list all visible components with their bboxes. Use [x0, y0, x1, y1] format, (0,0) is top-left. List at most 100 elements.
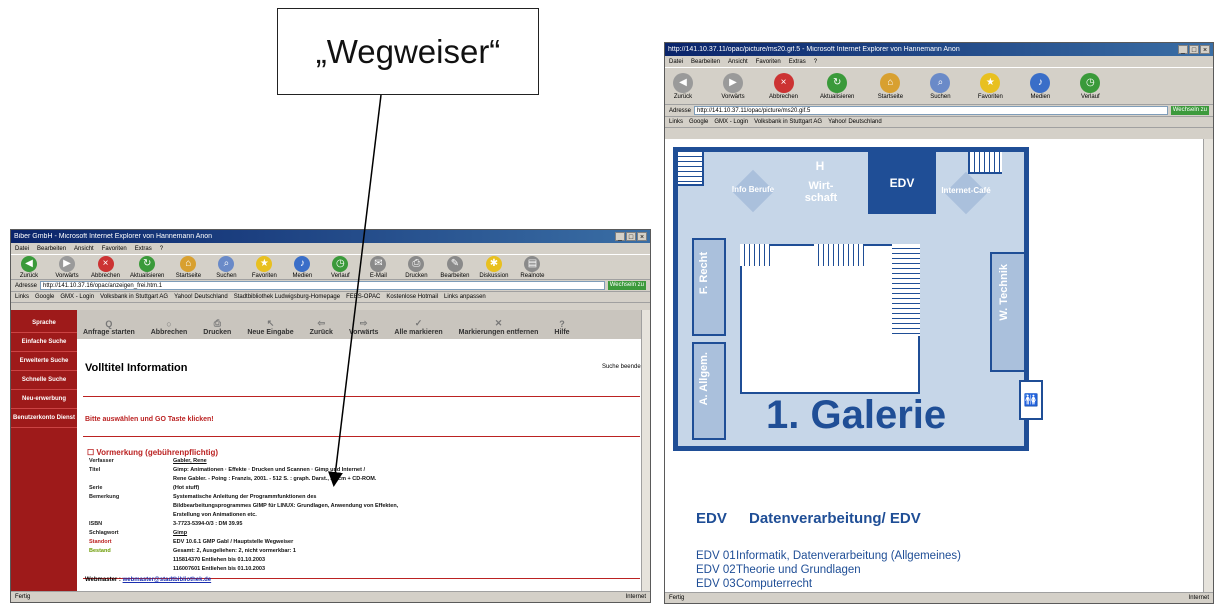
sidebar-item-sprache[interactable]: Sprache [11, 314, 77, 333]
help-button[interactable]: ? Hilfe [554, 319, 569, 336]
link-volksbank[interactable]: Volksbank in Stuttgart AG [100, 294, 168, 300]
forward-record-button[interactable]: ⇨ Vorwärts [349, 318, 378, 336]
link-yahoo[interactable]: Yahoo! Deutschland [828, 119, 882, 125]
favorites-button[interactable]: ★ Favoriten [976, 72, 1004, 100]
link-customize[interactable]: Links anpassen [444, 294, 486, 300]
link-google[interactable]: Google [689, 119, 708, 125]
record-row: Serie (Hot stuff) [87, 485, 471, 494]
wegweiser-callout: „Wegweiser“ [277, 8, 539, 95]
home-button[interactable]: ⌂ Startseite [876, 72, 904, 100]
discuss-button[interactable]: ✱ Diskussion [479, 255, 508, 279]
start-query-button[interactable]: Q Anfrage starten [83, 319, 135, 336]
stop-button[interactable]: × Abbrechen [91, 255, 120, 279]
media-button[interactable]: ♪ Medien [1026, 72, 1054, 100]
link-yahoo[interactable]: Yahoo! Deutschland [174, 294, 228, 300]
address-input[interactable]: http://141.10.37.11/opac/picture/ms20.gi… [694, 106, 1168, 115]
toolbar-label: Alle markieren [394, 329, 443, 336]
link-gmx[interactable]: GMX - Login [714, 119, 748, 125]
refresh-button[interactable]: ↻ Aktualisieren [130, 255, 164, 279]
record-key [87, 503, 171, 512]
search-button[interactable]: ⌕ Suchen [212, 255, 240, 279]
forward-button[interactable]: ▶ Vorwärts [53, 255, 81, 279]
link-opac[interactable]: FEES-OPAC [346, 294, 380, 300]
realnote-button[interactable]: ▤ Realnote [518, 255, 546, 279]
refresh-button[interactable]: ↻ Aktualisieren [820, 72, 854, 100]
print-record-button[interactable]: ⎙ Drucken [203, 318, 231, 336]
menu-ansicht[interactable]: Ansicht [728, 59, 748, 65]
home-button[interactable]: ⌂ Startseite [174, 255, 202, 279]
window-title: http://141.10.37.11/opac/picture/ms20.gi… [668, 46, 960, 53]
media-button[interactable]: ♪ Medien [288, 255, 316, 279]
minimize-button[interactable]: _ [615, 232, 625, 241]
divider [83, 436, 640, 437]
toolbar-label: Medien [292, 272, 313, 279]
sidebar-item-einfache-suche[interactable]: Einfache Suche [11, 333, 77, 352]
menu-help[interactable]: ? [814, 59, 817, 65]
webmaster-link[interactable]: webmaster@stadtbibliothek.de [123, 577, 212, 583]
link-hotmail[interactable]: Kostenlose Hotmail [386, 294, 438, 300]
back-icon: ◀ [673, 72, 693, 93]
remove-marks-button[interactable]: ✕ Markierungen entfernen [459, 318, 539, 336]
close-button[interactable]: × [1200, 45, 1210, 54]
menu-ansicht[interactable]: Ansicht [74, 246, 94, 252]
star-icon: ★ [980, 72, 1001, 93]
back-button[interactable]: ◀ Zurück [669, 72, 697, 100]
history-button[interactable]: ◷ Verlauf [326, 255, 354, 279]
menu-extras[interactable]: Extras [789, 59, 806, 65]
go-button[interactable]: Wechseln zu [1170, 106, 1209, 115]
stop-button[interactable]: × Abbrechen [769, 72, 798, 100]
search-button[interactable]: ⌕ Suchen [926, 72, 954, 100]
maximize-button[interactable]: □ [1189, 45, 1199, 54]
vertical-scrollbar[interactable] [1203, 139, 1213, 592]
forward-button[interactable]: ▶ Vorwärts [719, 72, 747, 100]
link-gmx[interactable]: GMX - Login [60, 294, 94, 300]
webmaster-label: Webmaster : [85, 577, 121, 583]
browser-toolbar: ◀ Zurück ▶ Vorwärts × Abbrechen ↻ Aktualisie… [665, 67, 1213, 105]
edit-button[interactable]: ✎ Bearbeiten [440, 255, 469, 279]
close-button[interactable]: × [637, 232, 647, 241]
stop-icon: × [97, 255, 114, 272]
back-button[interactable]: ◀ Zurück [15, 255, 43, 279]
record-row: Titel Gimp: Animationen · Effekte · Druck… [87, 467, 471, 476]
link-google[interactable]: Google [35, 294, 54, 300]
history-icon: ◷ [1080, 72, 1101, 93]
reservation-label: Vormerkung (gebührenpflichtig) [96, 448, 219, 457]
window-controls: _ □ × [1178, 45, 1210, 54]
link-volksbank[interactable]: Volksbank in Stuttgart AG [754, 119, 822, 125]
record-value[interactable]: Gimp [171, 530, 471, 539]
menu-help[interactable]: ? [160, 246, 163, 252]
link-stadtbibliothek[interactable]: Stadtbibliothek Ludwigsburg-Homepage [234, 294, 340, 300]
menu-bearbeiten[interactable]: Bearbeiten [691, 59, 720, 65]
address-input[interactable]: http://141.10.37.16/opac/anzeigen_frei.h… [40, 281, 605, 290]
record-value[interactable]: Gabler, Rene [171, 458, 471, 467]
history-button[interactable]: ◷ Verlauf [1076, 72, 1104, 100]
print-button[interactable]: ⎙ Drucken [402, 255, 430, 279]
reservation-checkbox-row[interactable]: ☐ Vormerkung (gebührenpflichtig) [87, 448, 218, 457]
legend-row: EDV 01Informatik, Datenverarbeitung (All… [696, 550, 961, 562]
minimize-button[interactable]: _ [1178, 45, 1188, 54]
menu-favoriten[interactable]: Favoriten [756, 59, 781, 65]
mail-button[interactable]: ✉ E-Mail [364, 255, 392, 279]
shelf [814, 244, 864, 266]
menu-datei[interactable]: Datei [669, 59, 683, 65]
menu-bearbeiten[interactable]: Bearbeiten [37, 246, 66, 252]
end-search-link[interactable]: Suche beenden [602, 364, 644, 370]
sidebar-item-neuerwerbung[interactable]: Neu-erwerbung [11, 390, 77, 409]
back-record-button[interactable]: ⇦ Zurück [310, 318, 333, 336]
vertical-scrollbar[interactable] [641, 310, 650, 591]
page-area: Sprache Einfache Suche Erweiterte Suche … [11, 310, 650, 591]
sidebar-item-schnelle-suche[interactable]: Schnelle Suche [11, 371, 77, 390]
sidebar-item-benutzerkonto[interactable]: Benutzerkonto Dienst [11, 409, 77, 428]
abort-button[interactable]: ○ Abbrechen [151, 319, 188, 336]
menu-favoriten[interactable]: Favoriten [102, 246, 127, 252]
favorites-button[interactable]: ★ Favoriten [250, 255, 278, 279]
mark-all-button[interactable]: ✓ Alle markieren [394, 318, 442, 336]
menu-datei[interactable]: Datei [15, 246, 29, 252]
search-icon: ⌕ [930, 72, 951, 93]
menu-extras[interactable]: Extras [135, 246, 152, 252]
go-button[interactable]: Wechseln zu [607, 281, 646, 290]
new-input-button[interactable]: ↖ Neue Eingabe [247, 318, 293, 336]
checkbox[interactable]: ☐ [87, 448, 96, 457]
maximize-button[interactable]: □ [626, 232, 636, 241]
sidebar-item-erweiterte-suche[interactable]: Erweiterte Suche [11, 352, 77, 371]
